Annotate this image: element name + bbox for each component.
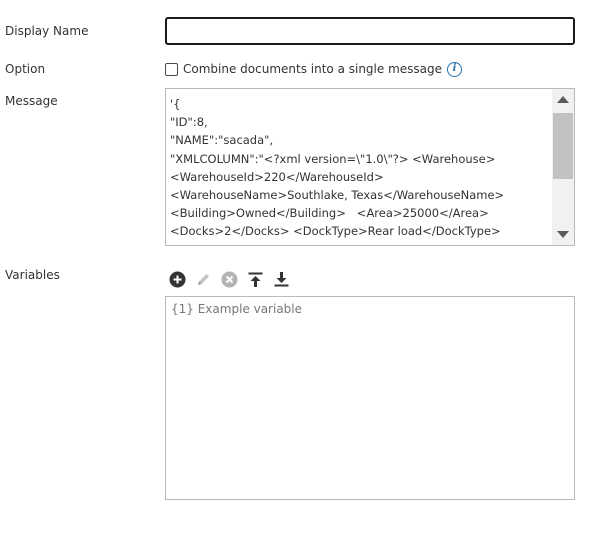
variables-toolbar — [168, 269, 298, 289]
message-scrollbar[interactable] — [552, 89, 574, 245]
scroll-up-arrow-icon[interactable] — [557, 96, 569, 103]
message-content[interactable]: '{ "ID":8, "NAME":"sacada", "XMLCOLUMN":"<?… — [170, 95, 545, 245]
message-line: "ID":8, — [170, 115, 208, 130]
message-line: <Building>Owned</Building> <Area>25000</… — [170, 206, 489, 221]
remove-circle-icon — [221, 271, 237, 287]
variables-label: Variables — [5, 268, 60, 282]
edit-variable-button[interactable] — [194, 270, 212, 288]
scroll-thumb[interactable] — [553, 113, 573, 179]
message-label: Message — [5, 94, 58, 108]
option-label: Option — [5, 62, 46, 76]
scroll-down-arrow-icon[interactable] — [557, 231, 569, 238]
message-line: <WarehouseId>220</WarehouseId> — [170, 169, 384, 184]
info-icon[interactable]: i — [447, 61, 463, 77]
remove-variable-button[interactable] — [220, 270, 238, 288]
add-circle-icon — [169, 271, 185, 287]
move-to-top-icon — [248, 272, 262, 287]
variables-list[interactable]: {1} Example variable — [165, 296, 575, 500]
combine-documents-option[interactable]: Combine documents into a single message … — [165, 60, 463, 78]
move-to-bottom-button[interactable] — [272, 270, 290, 288]
message-line: '{ — [170, 97, 181, 111]
move-to-top-button[interactable] — [246, 270, 264, 288]
combine-documents-label: Combine documents into a single message — [183, 62, 443, 76]
message-line: <WaterAccess>true</WaterAccess> — [170, 241, 545, 245]
message-line: "XMLCOLUMN":"<?xml version=\"1.0\"?> <Wa… — [170, 151, 496, 166]
move-to-bottom-icon — [274, 271, 288, 286]
pencil-icon — [197, 273, 209, 285]
message-textarea[interactable]: '{ "ID":8, "NAME":"sacada", "XMLCOLUMN":"<?… — [165, 88, 575, 246]
combine-documents-checkbox[interactable] — [165, 62, 178, 76]
display-name-input[interactable] — [165, 17, 575, 45]
variables-placeholder: {1} Example variable — [171, 302, 303, 316]
add-variable-button[interactable] — [168, 270, 186, 288]
display-name-label: Display Name — [5, 24, 89, 38]
message-line: "NAME":"sacada", — [170, 133, 274, 148]
message-line: <WarehouseName>Southlake, Texas</Warehou… — [170, 188, 505, 203]
message-line: <Docks>2</Docks> <DockType>Rear load</Do… — [170, 224, 501, 239]
